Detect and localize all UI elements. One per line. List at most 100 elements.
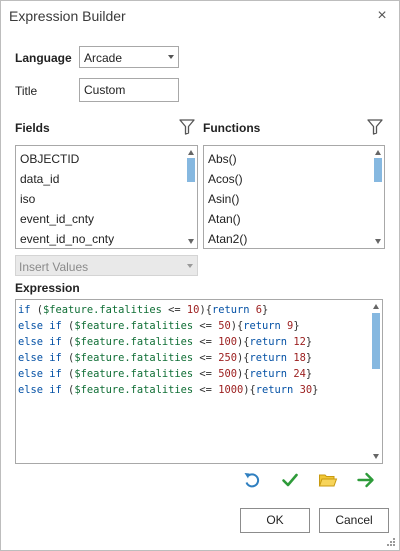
code-brace: ){ (199, 304, 212, 316)
code-return-value: 24 (293, 368, 306, 380)
expression-builder-dialog: Expression Builder × Language Arcade Tit… (0, 0, 400, 551)
code-global-variable: $feature.fatalities (74, 320, 194, 332)
code-return: return (255, 384, 294, 396)
code-brace: } (305, 352, 313, 364)
open-folder-icon[interactable] (318, 470, 338, 490)
code-return: return (249, 352, 288, 364)
code-return-value: 18 (293, 352, 306, 364)
code-line: else if ($feature.fatalities <= 1000){re… (18, 383, 318, 397)
list-item[interactable]: Asin() (208, 192, 239, 206)
scroll-down-icon[interactable] (373, 454, 379, 459)
code-global-variable: $feature.fatalities (74, 336, 194, 348)
code-number: 50 (218, 320, 231, 332)
dialog-title: Expression Builder (9, 8, 126, 24)
fields-filter-icon[interactable] (179, 119, 195, 135)
list-item[interactable]: event_id_no_cnty (20, 232, 114, 246)
code-brace: ){ (236, 352, 250, 364)
code-return: return (249, 336, 288, 348)
code-number: 10 (186, 304, 200, 316)
close-icon[interactable]: × (373, 7, 391, 25)
code-line: if ($feature.fatalities <= 10){return 6} (18, 303, 268, 317)
code-keyword: else if (18, 384, 62, 396)
code-return: return (249, 368, 288, 380)
chevron-down-icon (187, 264, 193, 268)
scroll-thumb[interactable] (372, 313, 380, 369)
scroll-up-icon[interactable] (375, 150, 381, 155)
code-global-variable: $feature.fatalities (74, 384, 194, 396)
list-item[interactable]: Atan2() (208, 232, 247, 246)
code-global-variable: $feature.fatalities (74, 368, 194, 380)
code-global-variable: $feature.fatalities (43, 304, 162, 316)
code-keyword: else if (18, 320, 62, 332)
code-line: else if ($feature.fatalities <= 250){ret… (18, 351, 312, 365)
code-number: 250 (218, 352, 237, 364)
title-label: Title (15, 84, 38, 98)
code-paren: ( (61, 320, 75, 332)
list-item[interactable]: data_id (20, 172, 59, 186)
code-operator: <= (193, 336, 219, 348)
functions-scrollbar[interactable] (373, 147, 383, 247)
language-label: Language (15, 51, 72, 65)
code-brace: } (312, 384, 319, 396)
list-item[interactable]: OBJECTID (20, 152, 79, 166)
language-dropdown[interactable]: Arcade (79, 46, 179, 68)
scroll-thumb[interactable] (374, 158, 382, 182)
code-keyword: else if (18, 352, 62, 364)
functions-header: Functions (203, 121, 261, 135)
export-arrow-icon[interactable] (356, 470, 376, 490)
functions-filter-icon[interactable] (367, 119, 383, 135)
fields-list[interactable]: OBJECTID data_id iso event_id_cnty event… (15, 145, 198, 249)
code-number: 500 (218, 368, 237, 380)
code-brace: } (305, 336, 313, 348)
insert-values-label: Insert Values (19, 260, 89, 274)
ok-button[interactable]: OK (240, 508, 310, 533)
scroll-up-icon[interactable] (373, 304, 379, 309)
code-number: 1000 (218, 384, 244, 396)
title-bar: Expression Builder × (1, 1, 399, 33)
fields-scrollbar[interactable] (186, 147, 196, 247)
list-item[interactable]: Abs() (208, 152, 237, 166)
code-brace: ){ (236, 336, 250, 348)
code-brace: ){ (243, 384, 256, 396)
code-paren: ( (61, 352, 75, 364)
code-keyword: else if (18, 368, 62, 380)
list-item[interactable]: Acos() (208, 172, 243, 186)
list-item[interactable]: iso (20, 192, 35, 206)
scroll-thumb[interactable] (187, 158, 195, 182)
code-paren: ( (61, 368, 75, 380)
code-brace: ){ (230, 320, 244, 332)
scroll-down-icon[interactable] (188, 239, 194, 244)
fields-header: Fields (15, 121, 50, 135)
code-operator: <= (193, 368, 219, 380)
code-return: return (211, 304, 250, 316)
expression-editor[interactable]: if ($feature.fatalities <= 10){return 6}… (15, 299, 383, 464)
code-operator: <= (193, 384, 219, 396)
code-keyword: else if (18, 336, 62, 348)
code-operator: <= (161, 304, 187, 316)
title-input[interactable] (82, 80, 178, 100)
chevron-down-icon (168, 55, 174, 59)
code-line: else if ($feature.fatalities <= 50){retu… (18, 319, 300, 333)
code-paren: ( (61, 384, 75, 396)
cancel-button[interactable]: Cancel (319, 508, 389, 533)
code-keyword: if (18, 304, 31, 316)
expression-header: Expression (15, 281, 80, 295)
functions-list[interactable]: Abs() Acos() Asin() Atan() Atan2() (203, 145, 385, 249)
code-brace: ){ (236, 368, 250, 380)
scroll-down-icon[interactable] (375, 239, 381, 244)
code-global-variable: $feature.fatalities (74, 352, 194, 364)
insert-values-dropdown: Insert Values (15, 255, 198, 276)
verify-checkmark-icon[interactable] (280, 470, 300, 490)
resize-grip-icon[interactable] (386, 537, 396, 547)
list-item[interactable]: Atan() (208, 212, 241, 226)
code-paren: ( (30, 304, 44, 316)
expression-scrollbar[interactable] (371, 301, 381, 462)
code-operator: <= (193, 320, 219, 332)
undo-icon[interactable] (242, 470, 262, 490)
scroll-up-icon[interactable] (188, 150, 194, 155)
code-line: else if ($feature.fatalities <= 100){ret… (18, 335, 312, 349)
list-item[interactable]: event_id_cnty (20, 212, 94, 226)
code-return-value: 30 (299, 384, 313, 396)
code-number: 100 (218, 336, 237, 348)
code-brace: } (262, 304, 269, 316)
